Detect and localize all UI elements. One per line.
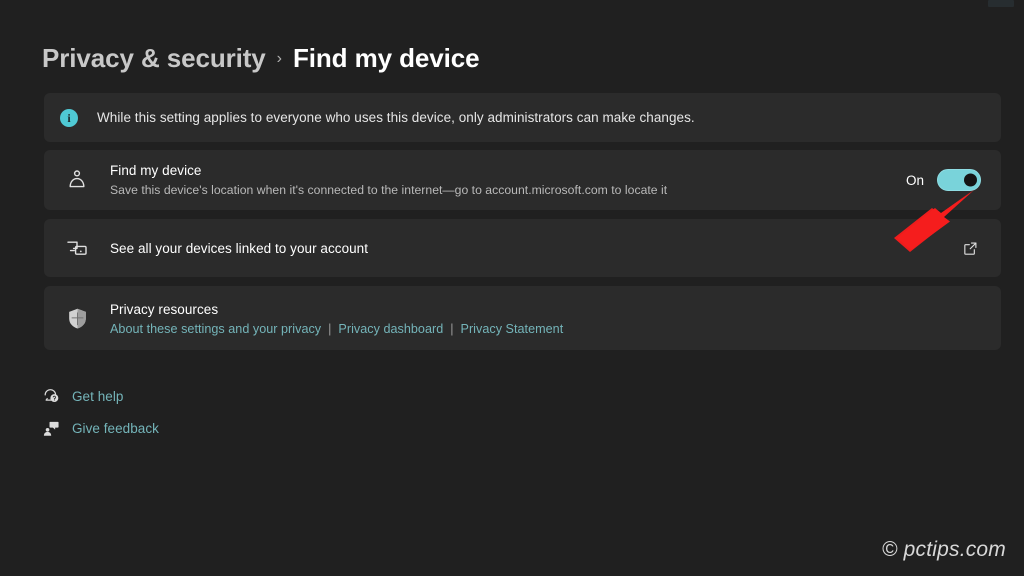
page-title: Find my device [293,43,479,74]
help-question-bubble-icon [42,387,72,406]
info-circle-icon: i [60,109,78,127]
give-feedback-link[interactable]: Give feedback [72,421,159,436]
find-my-device-description: Save this device's location when it's co… [110,181,906,199]
toggle-state-label: On [906,173,924,188]
privacy-link-about-settings[interactable]: About these settings and your privacy [110,322,321,336]
find-my-device-toggle[interactable] [937,169,981,191]
breadcrumb: Privacy & security › Find my device [42,38,479,78]
watermark: © pctips.com [882,538,1006,562]
give-feedback-row[interactable]: Give feedback [42,412,159,444]
find-my-device-toggle-group: On [906,169,985,191]
toggle-knob [964,174,977,187]
location-person-pin-icon [60,168,94,192]
privacy-link-statement[interactable]: Privacy Statement [461,322,564,336]
find-my-device-text-block: Find my device Save this device's locati… [110,161,906,199]
devices-icon [60,236,94,260]
feedback-person-bubble-icon [42,419,72,438]
admin-notice-banner: i While this setting applies to everyone… [44,93,1001,142]
find-my-device-setting-row: Find my device Save this device's locati… [44,150,1001,210]
privacy-link-dashboard[interactable]: Privacy dashboard [338,322,443,336]
privacy-resources-title: Privacy resources [110,300,985,320]
footer-links: Get help Give feedback [42,380,159,444]
shield-icon [60,306,94,331]
privacy-resources-row: Privacy resources About these settings a… [44,286,1001,350]
window-chrome-sliver [988,0,1014,7]
linked-devices-label: See all your devices linked to your acco… [110,241,962,256]
get-help-link[interactable]: Get help [72,389,123,404]
linked-devices-row[interactable]: See all your devices linked to your acco… [44,219,1001,277]
privacy-link-divider-2: | [450,322,453,336]
get-help-row[interactable]: Get help [42,380,159,412]
find-my-device-title: Find my device [110,161,906,181]
admin-notice-text: While this setting applies to everyone w… [97,110,695,125]
privacy-resources-links: About these settings and your privacy | … [110,322,985,336]
external-link-icon[interactable] [962,240,985,257]
privacy-resources-text-block: Privacy resources About these settings a… [110,300,985,337]
breadcrumb-separator-icon: › [277,50,282,68]
breadcrumb-parent-link[interactable]: Privacy & security [42,43,266,74]
linked-devices-text-block: See all your devices linked to your acco… [110,241,962,256]
privacy-link-divider-1: | [328,322,331,336]
